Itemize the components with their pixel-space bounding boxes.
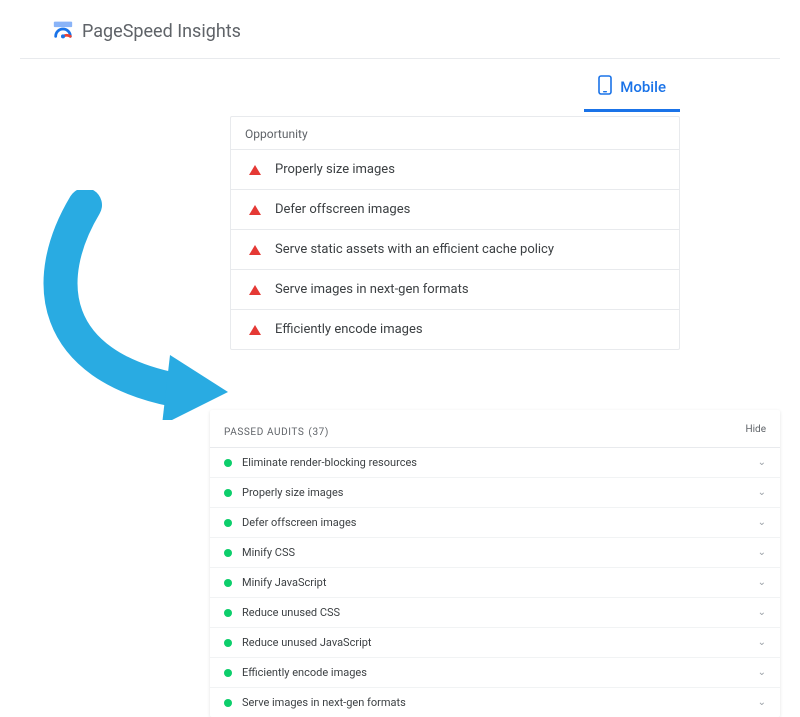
- annotation-arrow: [30, 190, 230, 420]
- chevron-down-icon: ⌄: [758, 697, 766, 708]
- passed-audit-row[interactable]: Efficiently encode images ⌄: [210, 658, 780, 688]
- opportunity-label: Serve static assets with an efficient ca…: [275, 242, 554, 257]
- passed-audit-label: Minify JavaScript: [242, 576, 326, 589]
- warning-triangle-icon: [249, 205, 261, 215]
- pagespeed-icon: [52, 18, 74, 44]
- opportunity-label: Properly size images: [275, 162, 395, 177]
- passed-audit-row[interactable]: Minify CSS ⌄: [210, 538, 780, 568]
- logo: PageSpeed Insights: [52, 18, 241, 44]
- pass-dot-icon: [224, 519, 232, 527]
- opportunity-row[interactable]: Properly size images: [231, 150, 679, 190]
- warning-triangle-icon: [249, 325, 261, 335]
- passed-section-label: PASSED AUDITS: [224, 427, 304, 438]
- warning-triangle-icon: [249, 165, 261, 175]
- chevron-down-icon: ⌄: [758, 637, 766, 648]
- passed-audit-label: Serve images in next-gen formats: [242, 696, 406, 709]
- tab-mobile[interactable]: Mobile: [584, 67, 680, 112]
- pass-dot-icon: [224, 669, 232, 677]
- hide-toggle[interactable]: Hide: [745, 424, 766, 435]
- pass-dot-icon: [224, 489, 232, 497]
- app-title: PageSpeed Insights: [82, 21, 241, 42]
- opportunity-panel: Opportunity Properly size images Defer of…: [230, 116, 680, 350]
- pass-dot-icon: [224, 609, 232, 617]
- passed-audit-row[interactable]: Reduce unused JavaScript ⌄: [210, 628, 780, 658]
- passed-audit-label: Efficiently encode images: [242, 666, 367, 679]
- chevron-down-icon: ⌄: [758, 577, 766, 588]
- chevron-down-icon: ⌄: [758, 667, 766, 678]
- passed-audit-row[interactable]: Minify JavaScript ⌄: [210, 568, 780, 598]
- pass-dot-icon: [224, 639, 232, 647]
- passed-count: (37): [308, 427, 329, 438]
- passed-audit-label: Reduce unused CSS: [242, 606, 340, 619]
- mobile-icon: [598, 75, 612, 99]
- passed-audit-row[interactable]: Serve images in next-gen formats ⌄: [210, 688, 780, 717]
- warning-triangle-icon: [249, 245, 261, 255]
- opportunity-label: Serve images in next-gen formats: [275, 282, 469, 297]
- chevron-down-icon: ⌄: [758, 457, 766, 468]
- passed-audit-row[interactable]: Reduce unused CSS ⌄: [210, 598, 780, 628]
- opportunity-row[interactable]: Defer offscreen images: [231, 190, 679, 230]
- pass-dot-icon: [224, 699, 232, 707]
- passed-audit-label: Defer offscreen images: [242, 516, 356, 529]
- opportunity-label: Defer offscreen images: [275, 202, 410, 217]
- opportunity-section-label: Opportunity: [231, 117, 679, 150]
- passed-audit-row[interactable]: Defer offscreen images ⌄: [210, 508, 780, 538]
- warning-triangle-icon: [249, 285, 261, 295]
- opportunity-row[interactable]: Serve static assets with an efficient ca…: [231, 230, 679, 270]
- chevron-down-icon: ⌄: [758, 517, 766, 528]
- device-tabs: Mobile: [0, 59, 800, 112]
- tab-mobile-label: Mobile: [620, 78, 666, 96]
- pass-dot-icon: [224, 459, 232, 467]
- chevron-down-icon: ⌄: [758, 607, 766, 618]
- chevron-down-icon: ⌄: [758, 547, 766, 558]
- opportunity-row[interactable]: Serve images in next-gen formats: [231, 270, 679, 310]
- passed-audit-label: Properly size images: [242, 486, 343, 499]
- chevron-down-icon: ⌄: [758, 487, 766, 498]
- passed-audit-label: Minify CSS: [242, 546, 295, 559]
- passed-audit-row[interactable]: Properly size images ⌄: [210, 478, 780, 508]
- passed-audit-row[interactable]: Eliminate render-blocking resources ⌄: [210, 448, 780, 478]
- passed-audit-label: Reduce unused JavaScript: [242, 636, 372, 649]
- app-header: PageSpeed Insights: [20, 0, 780, 59]
- opportunity-label: Efficiently encode images: [275, 322, 423, 337]
- opportunity-row[interactable]: Efficiently encode images: [231, 310, 679, 349]
- passed-audits-header: PASSED AUDITS (37) Hide: [210, 410, 780, 448]
- pass-dot-icon: [224, 579, 232, 587]
- pass-dot-icon: [224, 549, 232, 557]
- passed-audit-label: Eliminate render-blocking resources: [242, 456, 417, 469]
